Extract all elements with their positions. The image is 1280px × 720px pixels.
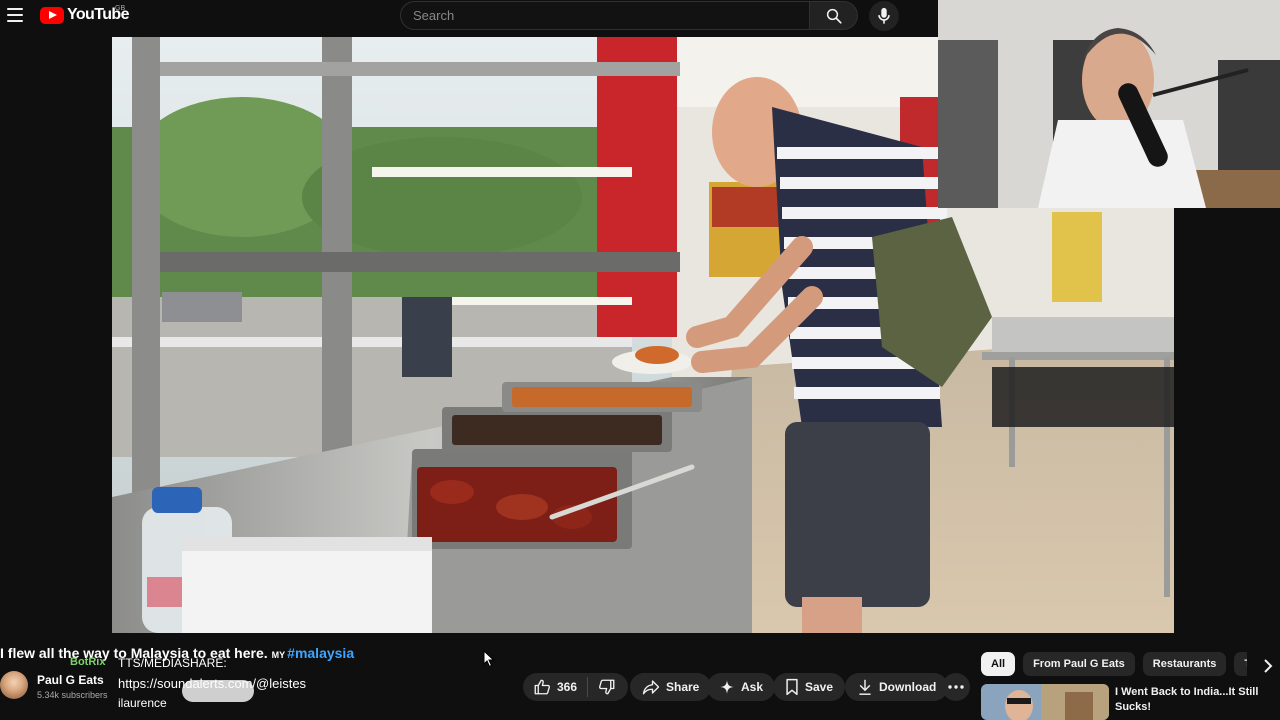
flag-emoji: MY	[271, 650, 286, 660]
search-box	[400, 1, 810, 30]
ask-button[interactable]: Ask	[707, 673, 776, 701]
ask-label: Ask	[741, 680, 764, 694]
chip-all[interactable]: All	[981, 652, 1016, 676]
mouse-cursor-icon	[483, 650, 495, 668]
chip-from-channel[interactable]: From Paul G Eats	[1023, 652, 1135, 676]
streamer-webcam	[938, 0, 1280, 208]
chip-tourism[interactable]: Touris	[1234, 652, 1247, 676]
like-dislike-group: 366	[523, 673, 629, 701]
chip-restaurants[interactable]: Restaurants	[1142, 652, 1227, 676]
search-button[interactable]	[810, 1, 858, 30]
download-button[interactable]: Download	[845, 673, 949, 701]
chevron-right-icon	[1264, 659, 1273, 673]
save-button[interactable]: Save	[773, 673, 846, 701]
save-label: Save	[805, 680, 834, 694]
recommended-video-title[interactable]: I Went Back to India...It Still Sucks!	[1115, 685, 1265, 715]
sparkle-icon	[720, 680, 734, 694]
subscriber-count: 5.34k subscribers	[37, 690, 108, 700]
dislike-button[interactable]	[588, 673, 628, 701]
channel-name[interactable]: Paul G Eats	[37, 673, 104, 687]
share-icon	[642, 680, 660, 695]
thumbs-up-icon	[534, 679, 550, 695]
search-icon	[826, 8, 842, 24]
top-bar: YouTube GB	[0, 0, 938, 32]
chat-message-line: https://soundalerts.com/@leistes	[118, 676, 307, 691]
chip-scroll-next-button[interactable]	[1258, 656, 1278, 676]
download-label: Download	[879, 680, 937, 694]
chat-message-line: ilaurence	[118, 696, 167, 710]
share-wrap: Share	[630, 673, 712, 701]
more-actions-button[interactable]	[942, 673, 970, 701]
thumbs-down-icon	[599, 679, 615, 695]
region-code: GB	[115, 5, 126, 12]
search-input[interactable]	[401, 2, 809, 29]
download-icon	[859, 679, 871, 695]
thumbnail-image	[981, 684, 1109, 720]
recommended-video-thumbnail[interactable]	[981, 684, 1109, 720]
filter-chips: All From Paul G Eats Restaurants Touris	[981, 652, 1247, 676]
chat-username: BotRix	[70, 656, 106, 668]
hashtag-link[interactable]: #malaysia	[287, 645, 354, 661]
more-horizontal-icon	[948, 685, 964, 689]
channel-avatar[interactable]	[0, 671, 28, 699]
ask-wrap: Ask	[707, 673, 776, 701]
share-label: Share	[666, 680, 700, 694]
share-button[interactable]: Share	[630, 673, 712, 701]
save-wrap: Save	[773, 673, 846, 701]
menu-icon[interactable]	[4, 4, 26, 26]
chat-message-line: TTS/MEDIASHARE:	[118, 656, 227, 670]
like-count: 366	[557, 680, 578, 694]
voice-search-button[interactable]	[869, 1, 899, 31]
download-wrap: Download	[845, 673, 949, 701]
bookmark-icon	[786, 678, 798, 696]
youtube-play-icon	[40, 6, 64, 24]
like-button[interactable]: 366	[523, 677, 589, 697]
microphone-icon	[878, 7, 890, 24]
webcam-feed	[938, 0, 1280, 208]
